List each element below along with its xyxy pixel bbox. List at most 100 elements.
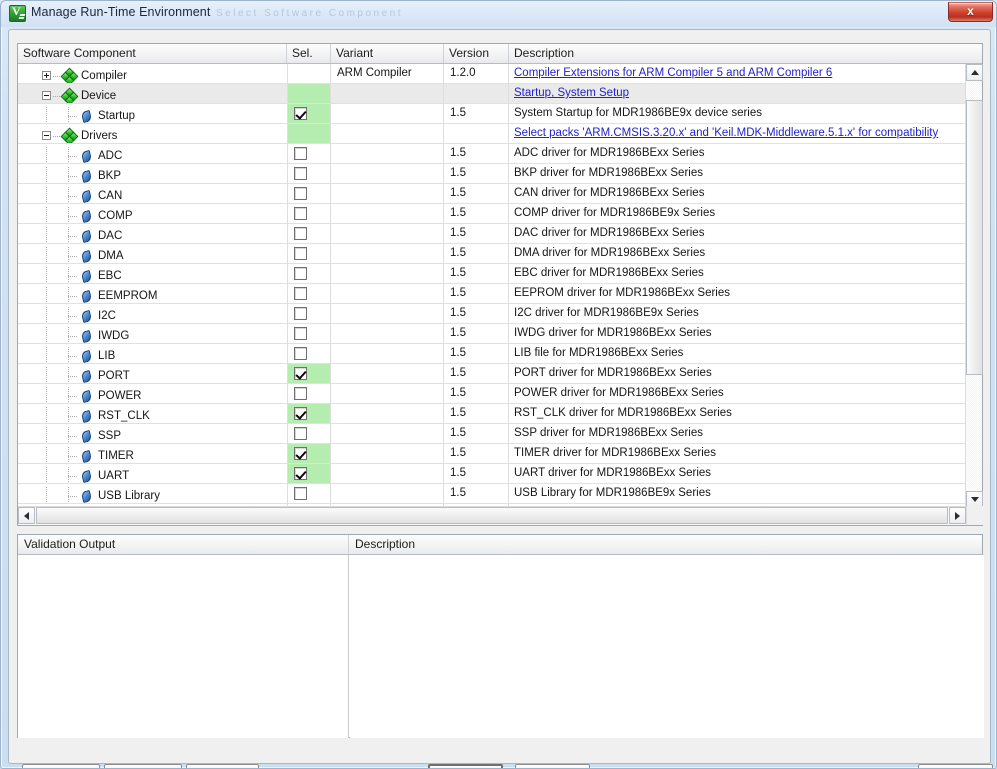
component-select-checkbox[interactable] [294,367,307,380]
column-header-software-component[interactable]: Software Component [18,44,287,63]
component-select-checkbox[interactable] [294,167,307,180]
variant-cell[interactable] [331,304,444,323]
close-button[interactable]: x [948,2,993,22]
tree-row[interactable]: RST_CLK 1.5 RST_CLK driver for MDR1986BExx… [18,404,966,424]
component-name-cell[interactable]: DMA [18,244,287,263]
tree-row[interactable]: PORT 1.5 PORT driver for MDR1986BExx Serie… [18,364,966,384]
tree-row[interactable]: Drivers Select packs 'ARM.CMSIS.3.20.x' a… [18,124,966,144]
select-cell[interactable] [287,344,331,363]
select-cell[interactable] [287,124,331,143]
tree-row[interactable]: DMA 1.5 DMA driver for MDR1986BExx Series [18,244,966,264]
tree-row[interactable]: TIMER 1.5 TIMER driver for MDR1986BExx Ser… [18,444,966,464]
variant-cell[interactable] [331,264,444,283]
description-link[interactable]: Startup, System Setup [514,87,629,99]
select-cell[interactable] [287,384,331,403]
help-button[interactable]: Help [918,764,993,768]
description-cell[interactable]: Select packs 'ARM.CMSIS.3.20.x' and 'Kei… [509,124,964,143]
collapse-icon[interactable] [42,131,51,140]
tree-row[interactable]: EEMPROM 1.5 EEPROM driver for MDR1986BExx … [18,284,966,304]
validation-output-list[interactable] [18,555,349,738]
variant-cell[interactable] [331,384,444,403]
component-select-checkbox[interactable] [294,187,307,200]
tree-row[interactable]: Compiler ARM Compiler 1.2.0 Compiler Extens… [18,64,966,84]
column-header-description[interactable]: Description [509,44,984,63]
component-name-cell[interactable]: IWDG [18,324,287,343]
variant-cell[interactable] [331,284,444,303]
expand-icon[interactable] [42,71,51,80]
tree-vertical-scrollbar[interactable] [965,64,983,508]
select-cell[interactable] [287,404,331,423]
component-name-cell[interactable]: Startup [18,104,287,123]
component-name-cell[interactable]: USB Library [18,484,287,503]
variant-cell[interactable] [331,344,444,363]
tree-row[interactable]: I2C 1.5 I2C driver for MDR1986BE9x Series [18,304,966,324]
tree-horizontal-scrollbar[interactable] [18,506,984,525]
description-link[interactable]: Select packs 'ARM.CMSIS.3.20.x' and 'Kei… [514,127,938,139]
component-name-cell[interactable]: BKP [18,164,287,183]
select-packs-button[interactable]: Select Packs [104,764,182,768]
variant-cell[interactable] [331,224,444,243]
component-select-checkbox[interactable] [294,227,307,240]
component-name-cell[interactable]: LIB [18,344,287,363]
variant-cell[interactable] [331,184,444,203]
select-cell[interactable] [287,84,331,103]
tree-vertical-scroll-thumb[interactable] [966,100,983,375]
component-select-checkbox[interactable] [294,427,307,440]
component-name-cell[interactable]: UART [18,464,287,483]
tree-row[interactable]: SSP 1.5 SSP driver for MDR1986BExx Series [18,424,966,444]
select-cell[interactable] [287,444,331,463]
variant-cell[interactable]: ARM Compiler [331,64,444,83]
column-header-sel[interactable]: Sel. [287,44,331,63]
tree-row[interactable]: DAC 1.5 DAC driver for MDR1986BExx Series [18,224,966,244]
variant-cell[interactable] [331,144,444,163]
component-select-checkbox[interactable] [294,287,307,300]
component-select-checkbox[interactable] [294,487,307,500]
description-cell[interactable]: Compiler Extensions for ARM Compiler 5 a… [509,64,964,83]
tree-row[interactable]: LIB 1.5 LIB file for MDR1986BExx Series [18,344,966,364]
variant-cell[interactable] [331,124,444,143]
scroll-up-button[interactable] [966,64,983,81]
select-cell[interactable] [287,224,331,243]
scroll-right-button[interactable] [949,507,966,524]
tree-row[interactable]: CAN 1.5 CAN driver for MDR1986BExx Series [18,184,966,204]
cancel-button[interactable]: Cancel [515,764,590,768]
tree-row[interactable]: IWDG 1.5 IWDG driver for MDR1986BExx Serie… [18,324,966,344]
select-cell[interactable] [287,144,331,163]
select-cell[interactable] [287,244,331,263]
component-name-cell[interactable]: EEMPROM [18,284,287,303]
select-cell[interactable] [287,324,331,343]
variant-cell[interactable] [331,104,444,123]
description-link[interactable]: Compiler Extensions for ARM Compiler 5 a… [514,67,832,79]
component-name-cell[interactable]: RST_CLK [18,404,287,423]
variant-cell[interactable] [331,204,444,223]
variant-cell[interactable] [331,444,444,463]
column-header-version[interactable]: Version [444,44,509,63]
select-cell[interactable] [287,484,331,503]
tree-row[interactable]: COMP 1.5 COMP driver for MDR1986BE9x Serie… [18,204,966,224]
select-cell[interactable] [287,204,331,223]
component-select-checkbox[interactable] [294,147,307,160]
component-name-cell[interactable]: ADC [18,144,287,163]
column-header-variant[interactable]: Variant [331,44,444,63]
variant-cell[interactable] [331,464,444,483]
component-select-checkbox[interactable] [294,307,307,320]
component-select-checkbox[interactable] [294,467,307,480]
details-button[interactable]: Details [186,764,259,768]
variant-cell[interactable] [331,164,444,183]
variant-cell[interactable] [331,324,444,343]
tree-row[interactable]: Device Startup, System Setup [18,84,966,104]
variant-cell[interactable] [331,424,444,443]
component-name-cell[interactable]: PORT [18,364,287,383]
component-name-cell[interactable]: POWER [18,384,287,403]
component-select-checkbox[interactable] [294,327,307,340]
select-cell[interactable] [287,104,331,123]
variant-cell[interactable] [331,404,444,423]
select-cell[interactable] [287,164,331,183]
component-select-checkbox[interactable] [294,407,307,420]
select-cell[interactable] [287,364,331,383]
tree-row[interactable]: Startup 1.5 System Startup for MDR1986BE9x… [18,104,966,124]
component-name-cell[interactable]: Compiler [18,64,287,83]
component-select-checkbox[interactable] [294,107,307,120]
component-select-checkbox[interactable] [294,447,307,460]
component-select-checkbox[interactable] [294,387,307,400]
